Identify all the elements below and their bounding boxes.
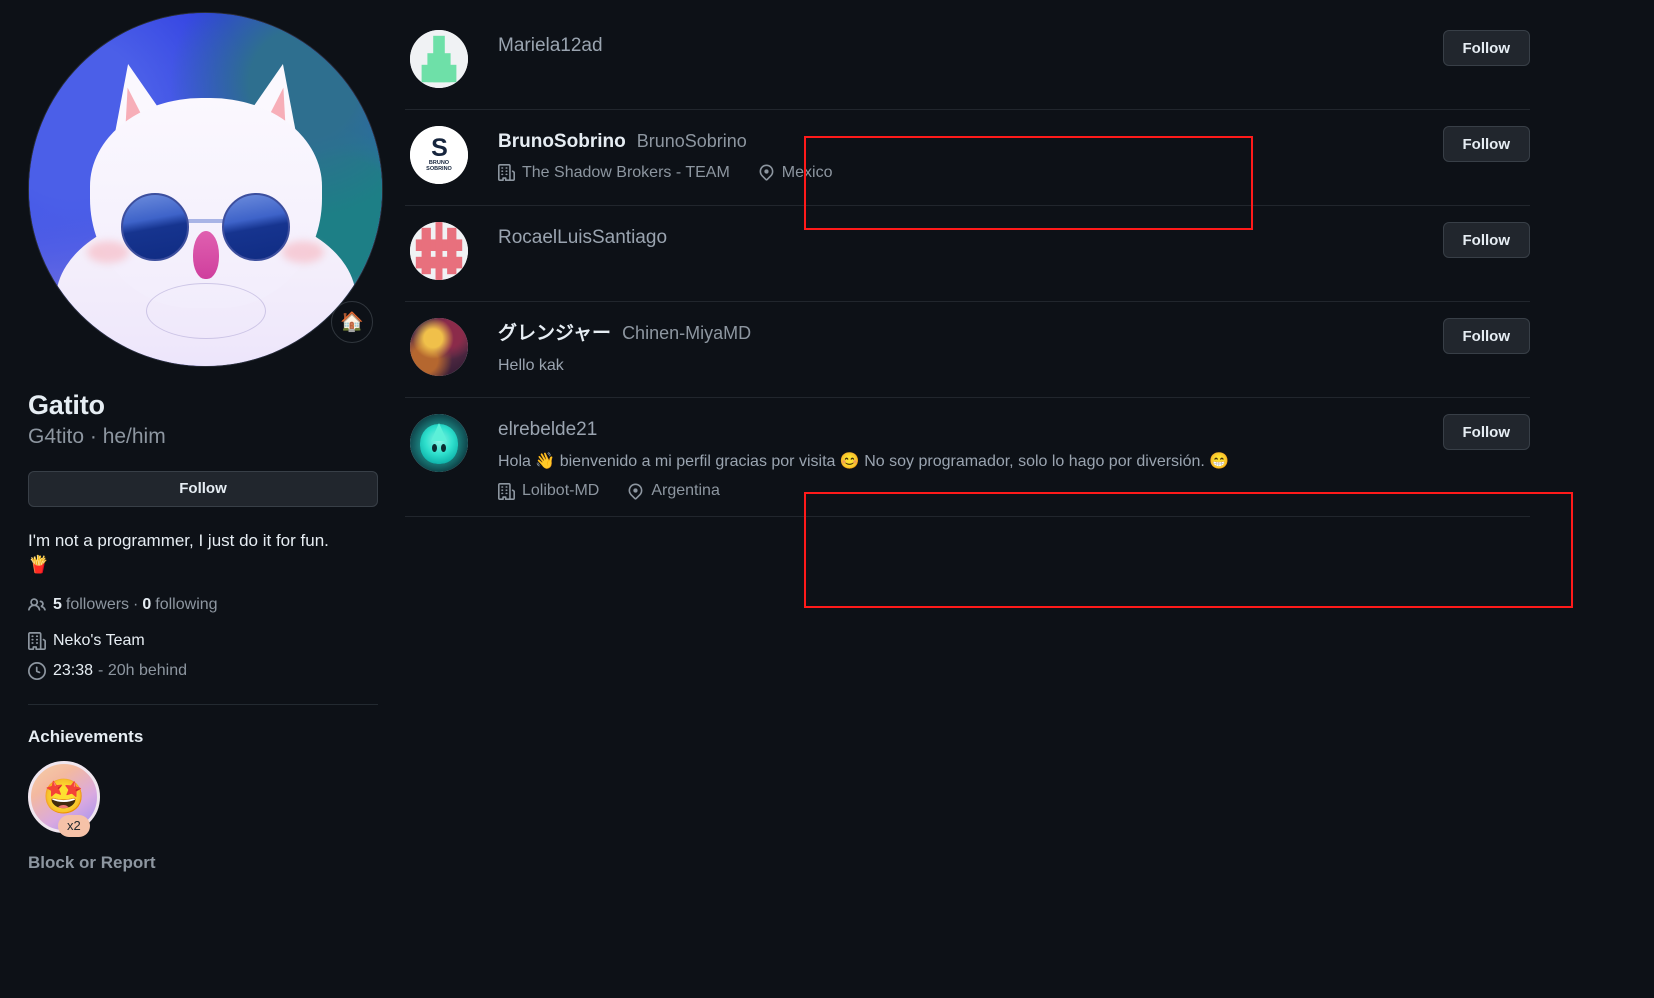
follower-name-line: グレンジャー Chinen-MiyaMD xyxy=(498,322,1490,347)
organization-icon xyxy=(498,164,515,182)
follower-display-name[interactable]: グレンジャー xyxy=(498,322,611,347)
follow-button-profile[interactable]: Follow xyxy=(28,470,378,507)
follower-meta: Lolibot-MD Argentina xyxy=(498,482,1490,500)
status-badge[interactable]: 🏠 xyxy=(331,301,373,343)
anime-photo-avatar xyxy=(410,318,468,376)
follower-meta: The Shadow Brokers - TEAM Mexico xyxy=(498,164,1490,182)
organization-icon xyxy=(498,482,515,500)
profile-avatar-wrapper: 🏠 xyxy=(28,12,383,367)
avatar[interactable] xyxy=(410,30,468,88)
following-label: following xyxy=(155,595,218,613)
ghost-spike xyxy=(431,423,447,442)
follow-button[interactable]: Follow xyxy=(1442,414,1530,450)
followers-stats[interactable]: 5 followers · 0 following xyxy=(28,596,376,614)
follower-name-line: elrebelde21 xyxy=(498,418,1490,443)
clock-icon xyxy=(28,661,46,680)
identicon-green-icon xyxy=(410,30,468,88)
ghost-photo-avatar xyxy=(410,414,468,472)
cat-muzzle xyxy=(145,283,266,339)
stats-separator: · xyxy=(133,595,139,613)
follow-button[interactable]: Follow xyxy=(1442,222,1530,258)
profile-bio: I'm not a programmer, I just do it for f… xyxy=(28,529,376,578)
avatar[interactable]: S BRUNO SOBRINO xyxy=(410,126,468,184)
table-row[interactable]: Mariela12ad Follow xyxy=(405,14,1530,110)
profile-local-time: 23:38 - 20h behind xyxy=(28,661,376,680)
table-row[interactable]: グレンジャー Chinen-MiyaMD Hello kak Follow xyxy=(405,302,1530,398)
follower-info: BrunoSobrino BrunoSobrino The Shadow Bro… xyxy=(498,126,1490,182)
profile-followers-page: 🏠 Gatito G4tito · he/him Follow I'm not … xyxy=(0,0,1654,998)
follow-button[interactable]: Follow xyxy=(1442,318,1530,354)
follower-organization: Lolibot-MD xyxy=(498,482,599,500)
followers-label: followers xyxy=(65,595,130,613)
avatar[interactable] xyxy=(410,414,468,472)
follow-button[interactable]: Follow xyxy=(1442,126,1530,162)
people-icon xyxy=(28,596,46,614)
follower-location: Mexico xyxy=(758,163,833,182)
following-count: 0 xyxy=(142,595,152,613)
follower-info: elrebelde21 Hola 👋 bienvenido a mi perfi… xyxy=(498,414,1490,500)
avatar[interactable] xyxy=(410,222,468,280)
follower-bio: Hello kak xyxy=(498,356,564,374)
follower-login[interactable]: RocaelLuisSantiago xyxy=(498,226,667,251)
cat-blush-left xyxy=(87,241,129,263)
bruno-logo-mark: S xyxy=(431,133,448,162)
fries-icon: 🍟 xyxy=(28,555,50,575)
followers-list: Mariela12ad Follow S BRUNO SOBRINO Bruno… xyxy=(405,14,1530,518)
follower-name-line: BrunoSobrino BrunoSobrino xyxy=(498,130,1490,155)
bruno-logo-icon: S BRUNO SOBRINO xyxy=(410,126,468,184)
sunglasses-bridge-icon xyxy=(184,219,227,223)
follower-name-line: RocaelLuisSantiago xyxy=(498,226,1490,251)
follower-info: グレンジャー Chinen-MiyaMD Hello kak xyxy=(498,318,1490,377)
organization-name: Lolibot-MD xyxy=(522,482,600,500)
achievement-count-badge: x2 xyxy=(58,815,90,837)
profile-sidebar: 🏠 Gatito G4tito · he/him Follow I'm not … xyxy=(0,0,400,998)
sunglasses-lens-left-icon xyxy=(121,193,189,261)
profile-bio-text: I'm not a programmer, I just do it for f… xyxy=(28,530,329,550)
cat-tongue xyxy=(192,231,219,279)
cat-blush-right xyxy=(282,241,324,263)
achievement-item[interactable]: 🤩 x2 xyxy=(28,760,108,837)
identicon-red-icon xyxy=(410,222,468,280)
achievements-title: Achievements xyxy=(28,726,144,746)
sidebar-divider xyxy=(28,703,378,705)
local-time-value: 23:38 xyxy=(53,661,94,679)
location-pin-icon xyxy=(758,164,775,181)
table-row[interactable]: S BRUNO SOBRINO BrunoSobrino BrunoSobrin… xyxy=(405,110,1530,206)
table-row[interactable]: elrebelde21 Hola 👋 bienvenido a mi perfi… xyxy=(405,398,1530,518)
profile-organization: Neko's Team xyxy=(28,631,376,650)
profile-login-line: G4tito · he/him xyxy=(28,425,166,449)
follower-bio: Hola 👋 bienvenido a mi perfil gracias po… xyxy=(498,452,1230,470)
follower-info: RocaelLuisSantiago xyxy=(498,222,1490,251)
follower-organization: The Shadow Brokers - TEAM xyxy=(498,164,730,182)
follower-display-name[interactable]: BrunoSobrino xyxy=(498,130,626,155)
location-pin-icon xyxy=(627,483,644,500)
followers-list-panel: Mariela12ad Follow S BRUNO SOBRINO Bruno… xyxy=(400,0,1654,998)
followers-count: 5 xyxy=(53,595,62,613)
block-or-report-link[interactable]: Block or Report xyxy=(28,853,376,873)
page-title: Gatito xyxy=(28,390,105,420)
star-struck-icon: 🤩 xyxy=(42,777,86,816)
organization-icon xyxy=(28,631,46,650)
table-row[interactable]: RocaelLuisSantiago Follow xyxy=(405,206,1530,302)
location-name: Mexico xyxy=(781,163,833,181)
follower-name-line: Mariela12ad xyxy=(498,34,1490,59)
house-icon: 🏠 xyxy=(340,311,364,333)
sunglasses-lens-right-icon xyxy=(222,193,290,261)
organization-name: The Shadow Brokers - TEAM xyxy=(522,163,730,181)
location-name: Argentina xyxy=(651,482,720,500)
organization-name: Neko's Team xyxy=(53,631,145,649)
bruno-logo-subtext: BRUNO SOBRINO xyxy=(426,160,452,173)
local-time-offset: - 20h behind xyxy=(98,661,188,679)
avatar[interactable] xyxy=(410,318,468,376)
follower-login[interactable]: Mariela12ad xyxy=(498,34,603,59)
follower-info: Mariela12ad xyxy=(498,30,1490,59)
follower-location: Argentina xyxy=(627,482,720,500)
follow-button[interactable]: Follow xyxy=(1442,30,1530,66)
follower-login[interactable]: BrunoSobrino xyxy=(637,130,747,153)
follower-login[interactable]: elrebelde21 xyxy=(498,418,597,443)
follower-login[interactable]: Chinen-MiyaMD xyxy=(622,322,751,345)
avatar[interactable] xyxy=(28,12,383,367)
